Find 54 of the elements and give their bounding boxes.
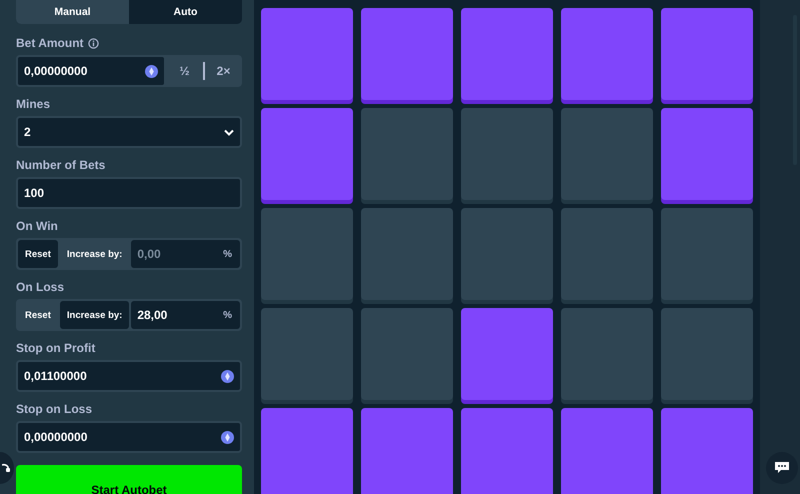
revealed-tile[interactable] [261,8,353,100]
tile[interactable] [661,308,753,400]
tile[interactable] [361,108,453,200]
coin-icon [145,64,158,78]
mode-tab[interactable]: Auto [129,0,242,24]
half-button[interactable]: ½ [166,55,203,87]
revealed-tile[interactable] [661,8,753,100]
headset-icon [2,462,10,474]
percent-sign: % [223,248,232,260]
input-field[interactable]: 0,00000000 [16,421,242,453]
chat-icon [775,462,789,474]
tile[interactable] [561,208,653,300]
revealed-tile[interactable] [461,408,553,494]
tile[interactable] [261,208,353,300]
field-label: On Win [16,219,58,233]
revealed-tile[interactable] [361,408,453,494]
field-label: On Loss [16,280,64,294]
revealed-tile[interactable] [361,8,453,100]
revealed-tile[interactable] [461,8,553,100]
field-label: Number of Bets [16,158,106,172]
percent-sign: % [223,310,232,320]
input-field[interactable]: 2 [16,116,242,148]
chevron-down-icon [224,128,234,136]
revealed-tile[interactable] [561,8,653,100]
revealed-tile[interactable] [261,108,353,200]
tile[interactable] [661,208,753,300]
revealed-tile[interactable] [661,408,753,494]
revealed-tile[interactable] [561,408,653,494]
coin-icon [221,370,234,382]
revealed-tile[interactable] [461,308,553,400]
input-field[interactable]: 28,00 % [131,301,240,329]
field-label: Mines [16,97,50,111]
coin-icon [221,430,234,444]
tile[interactable] [261,308,353,400]
input-field[interactable]: 0,00000000 [16,55,166,87]
tile[interactable] [461,108,553,200]
revealed-tile[interactable] [261,408,353,494]
tile[interactable] [361,208,453,300]
tile[interactable] [561,308,653,400]
double-button[interactable]: 2× [205,55,242,87]
input-field[interactable]: 100 [16,177,242,209]
tile[interactable] [561,108,653,200]
mode-tab[interactable]: Manual [16,0,129,24]
start-autobet-button[interactable]: Start Autobet [16,465,242,494]
field-label: Bet Amount [16,36,84,50]
field-label: Stop on Loss [16,402,92,416]
info-icon [88,38,99,48]
chat-button[interactable] [766,452,798,484]
revealed-tile[interactable] [661,108,753,200]
field-label: Stop on Profit [16,341,96,355]
input-field[interactable]: 0,01100000 [16,360,242,392]
tile[interactable] [361,308,453,400]
tile[interactable] [461,208,553,300]
increase-by-button[interactable]: Increase by: [60,301,130,329]
